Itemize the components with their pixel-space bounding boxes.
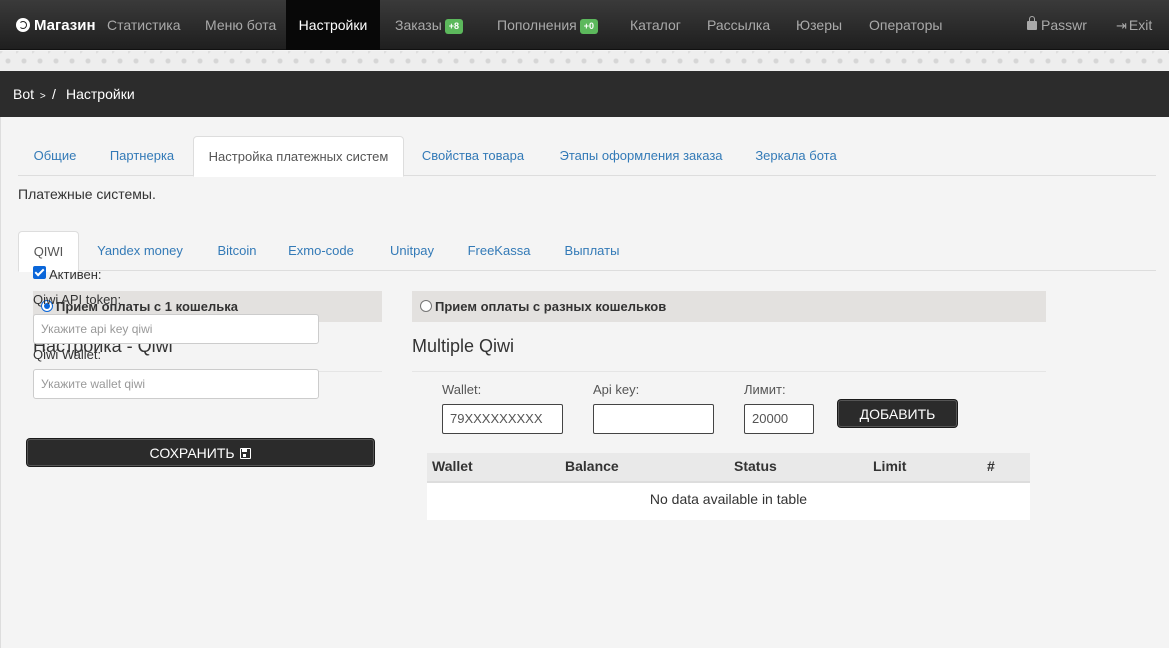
- passwr-label: Passwr: [1041, 17, 1087, 33]
- tab-bot-mirrors[interactable]: Зеркала бота: [744, 136, 848, 176]
- tab-general[interactable]: Общие: [18, 136, 92, 176]
- nav-item-catalog[interactable]: Каталог: [630, 0, 681, 50]
- globe-icon: [16, 18, 30, 32]
- breadcrumb-root-label: Bot: [13, 86, 35, 102]
- orders-badge: +8: [444, 19, 464, 34]
- tab-product-properties[interactable]: Свойства товара: [408, 136, 538, 176]
- active-checkbox[interactable]: [33, 266, 46, 279]
- multi-wallet-input[interactable]: 79XXXXXXXXX: [442, 404, 563, 434]
- section-title: Платежные системы.: [18, 186, 156, 202]
- nav-label: Меню бота: [205, 17, 277, 33]
- brand-label: Магазин: [34, 17, 96, 34]
- multiple-wallets-radio-label: Прием оплаты с разных кошельков: [435, 299, 667, 314]
- exit-icon: ⇥: [1116, 18, 1127, 33]
- active-label: Активен:: [49, 267, 102, 282]
- nav-label: Настройки: [298, 17, 368, 33]
- nav-item-users[interactable]: Юзеры: [796, 0, 842, 50]
- decorative-pattern-strip: [0, 51, 1169, 71]
- column-header-wallet[interactable]: Wallet: [432, 458, 473, 474]
- tab-freekassa[interactable]: FreeKassa: [458, 231, 540, 271]
- payment-tabs: QIWI Yandex money Bitcoin Exmo-code Unit…: [18, 231, 1156, 272]
- tab-partner[interactable]: Партнерка: [96, 136, 188, 176]
- nav-label: Рассылка: [707, 17, 771, 33]
- add-wallet-button[interactable]: ДОБАВИТЬ: [838, 400, 957, 427]
- column-header-limit[interactable]: Limit: [873, 458, 906, 474]
- nav-item-topups[interactable]: Пополнения +0: [497, 0, 598, 50]
- breadcrumb-current: Настройки: [66, 86, 135, 102]
- nav-label: Пополнения: [497, 17, 577, 33]
- tab-bitcoin[interactable]: Bitcoin: [206, 231, 268, 271]
- breadcrumb-arrow-icon: >: [39, 91, 46, 102]
- tab-unitpay[interactable]: Unitpay: [380, 231, 444, 271]
- tab-order-steps[interactable]: Этапы оформления заказа: [546, 136, 736, 176]
- breadcrumb: Bot > / Настройки: [0, 71, 1169, 117]
- wallet-label: Qiwi Wallet:: [33, 347, 102, 362]
- breadcrumb-separator: /: [52, 86, 56, 102]
- topups-badge: +0: [579, 19, 598, 34]
- lock-icon: [1027, 16, 1037, 30]
- settings-tabs: Общие Партнерка Настройка платежных сист…: [18, 136, 1156, 177]
- nav-label: Заказы: [395, 17, 442, 33]
- nav-label: Каталог: [630, 17, 681, 33]
- limit-label: Лимит:: [744, 382, 786, 397]
- column-header-balance[interactable]: Balance: [565, 458, 619, 474]
- nav-item-mailing[interactable]: Рассылка: [707, 0, 770, 50]
- nav-item-orders[interactable]: Заказы +8: [395, 0, 464, 50]
- nav-item-statistics[interactable]: Статистика: [107, 0, 181, 50]
- tab-payment-systems[interactable]: Настройка платежных систем: [193, 136, 404, 177]
- tab-exmo-code[interactable]: Exmo-code: [282, 231, 360, 271]
- multiple-wallets-radio[interactable]: [420, 300, 432, 312]
- save-button-label: СОХРАНИТЬ: [149, 445, 235, 461]
- column-header-actions[interactable]: #: [987, 458, 995, 474]
- limit-input[interactable]: 20000: [744, 404, 814, 434]
- qiwi-token-input[interactable]: Укажите api key qiwi: [33, 314, 319, 344]
- table-empty-message: No data available in table: [649, 491, 808, 507]
- wallets-table: Wallet Balance Status Limit # No data av…: [427, 453, 1030, 520]
- tab-qiwi[interactable]: QIWI: [18, 231, 79, 272]
- floppy-disk-icon: [240, 448, 252, 459]
- api-key-input[interactable]: [593, 404, 714, 434]
- token-label: Qiwi API token:: [33, 292, 122, 307]
- table-header: Wallet Balance Status Limit #: [427, 453, 1030, 483]
- nav-passwr[interactable]: Passwr: [1027, 0, 1087, 50]
- nav-label: Статистика: [107, 17, 181, 33]
- multiple-wallets-option[interactable]: Прием оплаты с разных кошельков: [412, 291, 1046, 322]
- multiple-qiwi-heading: Multiple Qiwi: [412, 336, 515, 356]
- nav-item-bot-menu[interactable]: Меню бота: [205, 0, 276, 50]
- save-button[interactable]: СОХРАНИТЬ: [27, 439, 374, 466]
- nav-exit[interactable]: ⇥ Exit: [1116, 0, 1152, 50]
- top-navbar: Магазин Статистика Меню бота Настройки З…: [0, 0, 1169, 50]
- nav-item-settings[interactable]: Настройки: [286, 0, 380, 50]
- nav-label: Операторы: [869, 17, 943, 33]
- tab-yandex-money[interactable]: Yandex money: [90, 231, 190, 271]
- nav-label: Юзеры: [796, 17, 843, 33]
- exit-label: Exit: [1128, 17, 1153, 33]
- qiwi-wallet-input[interactable]: Укажите wallet qiwi: [33, 369, 319, 399]
- multi-wallet-label: Wallet:: [442, 382, 482, 397]
- nav-item-operators[interactable]: Операторы: [869, 0, 942, 50]
- column-header-status[interactable]: Status: [734, 458, 777, 474]
- divider: [412, 371, 1046, 372]
- brand[interactable]: Магазин: [16, 0, 96, 50]
- main-content: Общие Партнерка Настройка платежных сист…: [0, 117, 1169, 648]
- api-key-label: Api key:: [593, 382, 640, 397]
- tab-payouts[interactable]: Выплаты: [556, 231, 628, 271]
- breadcrumb-root[interactable]: Bot >: [13, 86, 46, 102]
